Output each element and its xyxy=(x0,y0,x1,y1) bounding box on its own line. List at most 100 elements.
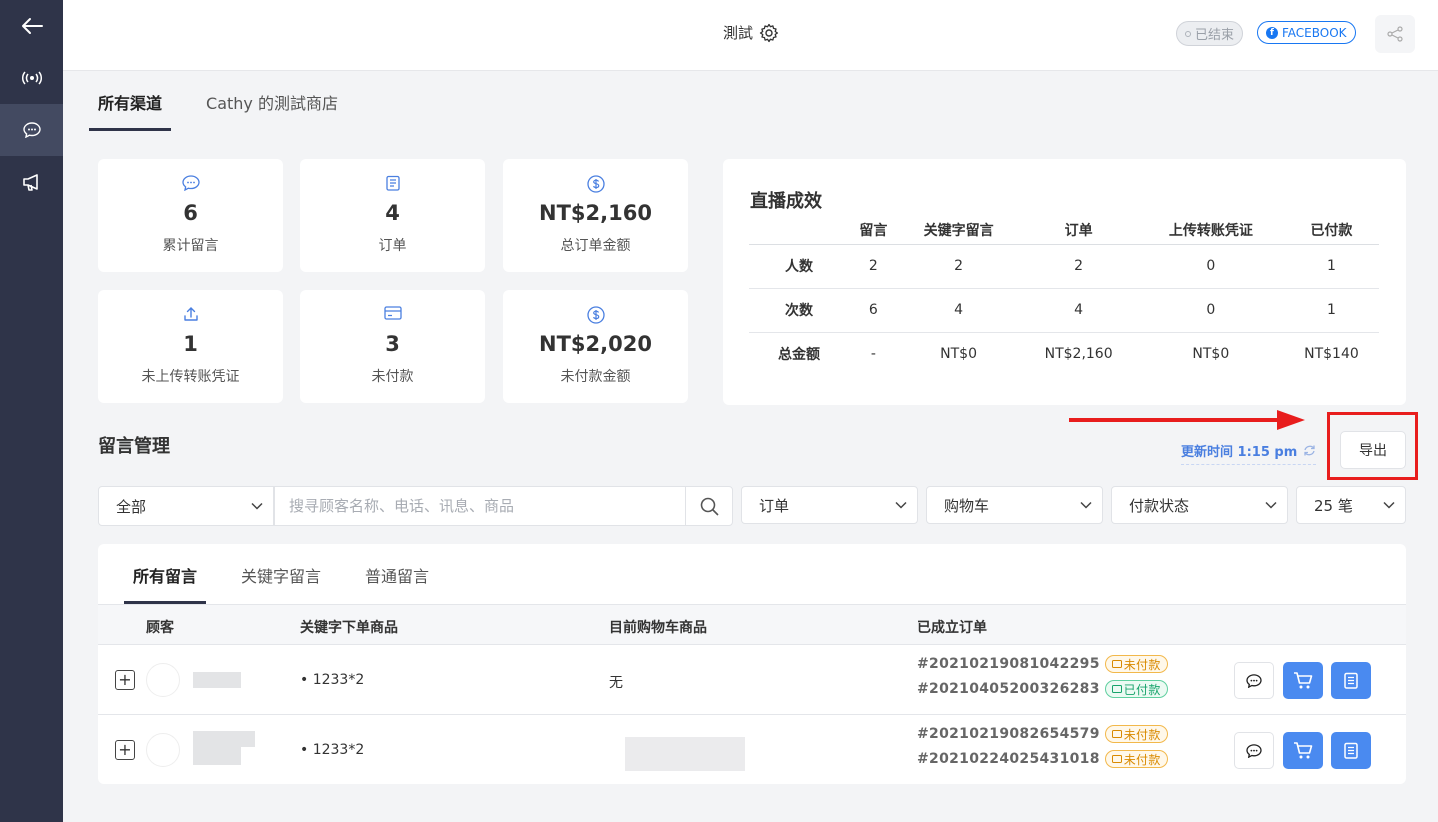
shopping-cart-icon xyxy=(1294,741,1313,758)
create-order-button[interactable] xyxy=(1331,732,1371,769)
sidebar-item-live[interactable] xyxy=(0,52,63,104)
sidebar xyxy=(0,0,63,822)
order-link[interactable]: #20210224025431018 xyxy=(917,751,1100,767)
clipboard-icon xyxy=(1344,672,1358,689)
order-link[interactable]: #20210405200326283 xyxy=(917,681,1100,697)
order-link[interactable]: #20210219082654579 xyxy=(917,726,1100,742)
stat-card-no-receipt: 1 未上传转账凭证 xyxy=(98,290,283,403)
top-bar: 測試 已结束 f FACEBOOK xyxy=(63,0,1438,71)
stat-value: NT$2,020 xyxy=(539,332,652,356)
customer-name-redacted xyxy=(241,731,255,747)
share-button[interactable] xyxy=(1375,15,1415,53)
row-header: 次数 xyxy=(749,288,849,333)
message-tabs: 所有留言 关键字留言 普通留言 xyxy=(124,544,464,604)
tab-all-channels[interactable]: 所有渠道 xyxy=(89,80,172,131)
tab-normal-messages[interactable]: 普通留言 xyxy=(356,544,438,604)
cart-filter-value: 购物车 xyxy=(944,496,990,515)
table-cell: NT$2,160 xyxy=(1044,346,1113,363)
page-size-select[interactable]: 25 笔 xyxy=(1296,486,1406,524)
stat-card-unpaid-total: NT$2,020 未付款金额 xyxy=(503,290,688,403)
scope-select[interactable]: 全部 xyxy=(98,486,274,526)
order-filter-select[interactable]: 订单 xyxy=(741,486,918,524)
column-header: 已付款 xyxy=(1283,216,1379,245)
reply-message-button[interactable] xyxy=(1234,732,1274,769)
sidebar-item-campaign[interactable] xyxy=(0,156,63,208)
stat-label: 总订单金额 xyxy=(560,238,631,254)
reply-message-button[interactable] xyxy=(1234,662,1274,699)
column-header-cart-items: 目前购物车商品 xyxy=(609,620,707,636)
table-cell: NT$0 xyxy=(940,346,977,363)
search-button[interactable] xyxy=(685,487,732,525)
tab-cathy-store[interactable]: Cathy 的測試商店 xyxy=(197,80,347,131)
column-header-customer: 顾客 xyxy=(146,620,174,636)
tab-keyword-messages[interactable]: 关键字留言 xyxy=(232,544,330,604)
stat-label: 未付款 xyxy=(371,369,414,385)
export-button[interactable]: 导出 xyxy=(1340,431,1406,469)
create-order-button[interactable] xyxy=(1331,662,1371,699)
clipboard-icon xyxy=(385,175,400,191)
cart-item-redacted xyxy=(625,737,745,771)
update-time[interactable]: 更新时间 1:15 pm xyxy=(1181,441,1317,465)
customer-name-redacted xyxy=(193,672,241,688)
performance-table: 留言 关键字留言 订单 上传转账凭证 已付款 人数 2 2 2 0 1 次数 6… xyxy=(749,216,1379,376)
table-row: 次数 6 4 4 0 1 xyxy=(749,288,1379,333)
annotation-arrow-icon xyxy=(1069,410,1305,430)
table-cell: 4 xyxy=(1019,288,1138,333)
corner-header xyxy=(749,216,849,245)
table-cell: 0 xyxy=(1137,244,1284,289)
stat-label: 未付款金额 xyxy=(560,369,631,385)
gear-icon[interactable] xyxy=(759,23,779,43)
column-header-keyword-items: 关键字下单商品 xyxy=(300,620,398,636)
dollar-icon xyxy=(586,175,605,193)
chevron-down-icon xyxy=(1265,501,1277,509)
keyword-item: • 1233*2 xyxy=(300,742,365,758)
expand-button[interactable]: + xyxy=(115,670,135,690)
stat-card-comments: 6 累计留言 xyxy=(98,159,283,272)
table-cell: NT$140 xyxy=(1304,346,1359,363)
back-button[interactable] xyxy=(0,0,63,52)
messages-panel: 所有留言 关键字留言 普通留言 顾客 关键字下单商品 目前购物车商品 已成立订单… xyxy=(98,544,1406,784)
add-to-cart-button[interactable] xyxy=(1283,662,1323,699)
section-title: 留言管理 xyxy=(98,436,170,457)
search-input[interactable] xyxy=(275,487,685,525)
expand-button[interactable]: + xyxy=(115,740,135,760)
chat-icon xyxy=(1246,673,1262,688)
stat-value: NT$2,160 xyxy=(539,201,652,225)
facebook-icon: f xyxy=(1266,26,1278,39)
column-header: 上传转账凭证 xyxy=(1137,216,1284,245)
payment-status-label: 未付款 xyxy=(1123,657,1161,672)
order-entry: #20210224025431018 未付款 xyxy=(917,750,1168,768)
search-box xyxy=(274,486,733,526)
column-header-orders: 已成立订单 xyxy=(917,620,987,636)
card-icon xyxy=(1111,660,1122,668)
payment-filter-select[interactable]: 付款状态 xyxy=(1111,486,1288,524)
refresh-icon[interactable] xyxy=(1303,444,1316,457)
avatar xyxy=(146,733,180,767)
payment-status-badge: 已付款 xyxy=(1104,680,1168,698)
dollar-icon xyxy=(586,306,605,324)
stat-value: 6 xyxy=(183,201,198,225)
column-header: 订单 xyxy=(1019,216,1138,245)
platform-badge: f FACEBOOK xyxy=(1257,21,1356,44)
payment-status-badge: 未付款 xyxy=(1104,655,1168,673)
keyword-item: • 1233*2 xyxy=(300,672,365,688)
order-entry: #20210405200326283 已付款 xyxy=(917,680,1168,698)
arrow-left-icon xyxy=(21,18,43,34)
sidebar-item-comments[interactable] xyxy=(0,104,63,156)
order-entry: #20210219081042295 未付款 xyxy=(917,655,1168,673)
chevron-down-icon xyxy=(1080,501,1092,509)
megaphone-icon xyxy=(22,174,38,191)
payment-status-badge: 未付款 xyxy=(1104,750,1168,768)
column-header: 留言 xyxy=(849,216,898,245)
add-to-cart-button[interactable] xyxy=(1283,732,1323,769)
order-filter-value: 订单 xyxy=(759,496,790,515)
avatar xyxy=(146,663,180,697)
payment-status-label: 未付款 xyxy=(1123,752,1161,767)
order-link[interactable]: #20210219081042295 xyxy=(917,656,1100,672)
chat-icon xyxy=(22,122,41,138)
channel-tabs: 所有渠道 Cathy 的測試商店 xyxy=(89,80,373,131)
tab-all-messages[interactable]: 所有留言 xyxy=(124,544,207,604)
stat-label: 未上传转账凭证 xyxy=(141,369,240,385)
cart-filter-select[interactable]: 购物车 xyxy=(926,486,1103,524)
table-cell: 1 xyxy=(1283,244,1379,289)
